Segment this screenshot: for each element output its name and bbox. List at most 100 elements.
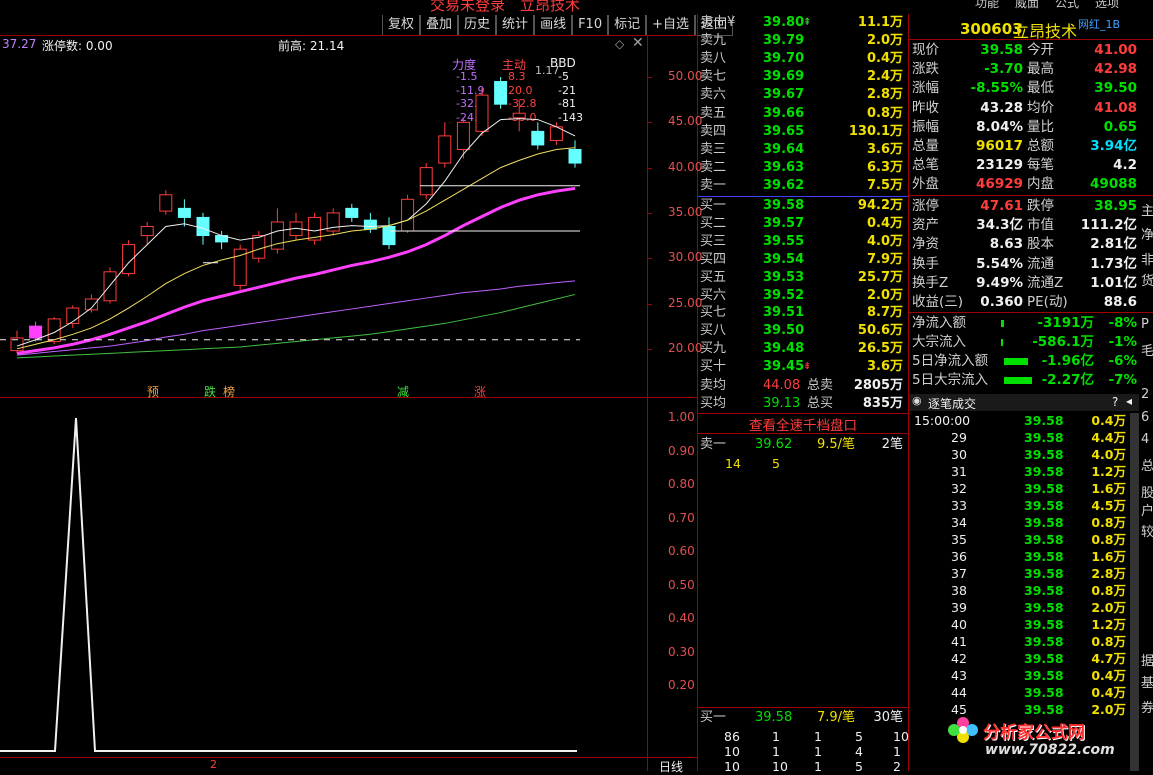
level-label: 卖一 [700,177,727,193]
bid-row[interactable]: 买六 39.52 2.0万 [699,287,905,305]
quote-label: 均价 [1027,99,1054,116]
tick-row[interactable]: 41 39.58 0.8万 [913,633,1127,650]
tick-volume: 0.8万 [1091,532,1126,547]
tick-row[interactable]: 39 39.58 2.0万 [913,599,1127,616]
bid1-order: 2 [893,759,901,774]
tick-row[interactable]: 32 39.58 1.6万 [913,480,1127,497]
tick-time: 35 [951,532,967,547]
tick-volume: 0.4万 [1091,685,1126,700]
tick-row[interactable]: 40 39.58 1.2万 [913,616,1127,633]
candle-body [363,219,377,230]
level-label: 买一 [700,198,727,213]
ask-row[interactable]: 卖二 39.63 6.3万 [699,159,905,177]
period-label[interactable]: 日线 [659,758,683,775]
bid-row[interactable]: 买五 39.53 25.7万 [699,269,905,287]
bid1-order: 1 [814,729,822,744]
bid-row[interactable]: 买八 39.50 50.6万 [699,322,905,340]
stats-button[interactable]: 统计 [496,15,535,36]
candle-body [140,225,154,237]
tick-price: 39.58 [1024,583,1064,598]
side-strip-char: 非 [1141,253,1153,268]
help-icon[interactable]: ? [1112,395,1118,409]
quote-label: 换手Z [912,274,949,291]
level-price: 39.57 [763,215,805,231]
divider [909,39,1153,40]
tick-row[interactable]: 34 39.58 0.8万 [913,514,1127,531]
history-button[interactable]: 历史 [458,15,497,36]
tick-row[interactable]: 29 39.58 4.4万 [913,429,1127,446]
ask-row[interactable]: 卖一 39.62 7.5万 [699,177,905,195]
full-depth-link[interactable]: 查看全速千档盘口 [698,414,908,434]
draw-button[interactable]: 画线 [534,15,573,36]
menu-function[interactable]: 功能 [975,0,999,11]
divider [698,707,908,708]
level-volume: 50.6万 [857,323,903,339]
level-volume: 2.4万 [866,69,903,85]
yuan-icon: ¥ [727,15,736,30]
f10-button[interactable]: F10 [572,15,609,36]
tick-row[interactable]: 36 39.58 1.6万 [913,548,1127,565]
quote-row: 换手 5.54% 流通 1.73亿 [911,255,1139,274]
tick-row[interactable]: 37 39.58 2.8万 [913,565,1127,582]
total-buy-value: 835万 [862,396,903,411]
tick-volume: 1.6万 [1091,549,1126,564]
tick-row[interactable]: 42 39.58 4.7万 [913,650,1127,667]
indicator-chart[interactable] [0,398,647,757]
tick-price: 39.58 [1024,464,1064,479]
bid1-order: 1 [772,744,780,759]
level-label: 买五 [700,269,727,285]
tick-row[interactable]: 38 39.58 0.8万 [913,582,1127,599]
menu-icon[interactable]: ◂ [1126,394,1132,408]
ask-row[interactable]: 卖四 39.65 130.1万 [699,123,905,141]
ask-row[interactable]: 卖十 ¥39.80 ⇞ 11.1万 [699,14,905,32]
ask-row[interactable]: 卖九 39.79 2.0万 [699,32,905,50]
tick-row[interactable]: 31 39.58 1.2万 [913,463,1127,480]
ask-row[interactable]: 卖八 39.70 0.4万 [699,50,905,68]
bid-row[interactable]: 买二 39.57 0.4万 [699,215,905,233]
ask-row[interactable]: 卖五 39.66 0.8万 [699,105,905,123]
bid-row[interactable]: 买三 39.55 4.0万 [699,233,905,251]
level-volume: 3.6万 [866,359,903,375]
moving-average-line [16,147,576,350]
candlestick-chart[interactable] [0,36,647,396]
adjust-button[interactable]: 复权 [382,15,421,36]
quote-row: 振幅 8.04% 量比 0.65 [911,118,1139,137]
quote-label: 量比 [1027,118,1054,135]
add-watchlist-button[interactable]: +自选 [646,15,696,36]
ask-row[interactable]: 卖六 39.67 2.8万 [699,86,905,104]
side-strip-char: 主 [1141,204,1153,219]
tick-row[interactable]: 43 39.58 0.4万 [913,667,1127,684]
menu-options[interactable]: 选项 [1095,0,1119,11]
ask-row[interactable]: 卖七 39.69 2.4万 [699,68,905,86]
indicator-tick: 0.80 [668,477,695,491]
bid-row[interactable]: 买十 39.45 ⇟ 3.6万 [699,358,905,376]
bid-row[interactable]: 买九 39.48 26.5万 [699,340,905,358]
quote-value: 43.28 [980,99,1023,116]
ask-row[interactable]: 卖三 39.64 3.6万 [699,141,905,159]
tick-row[interactable]: 33 39.58 4.5万 [913,497,1127,514]
level-volume: 26.5万 [857,341,903,357]
mark-button[interactable]: 标记 [608,15,647,36]
stock-tag[interactable]: 网红_1B [1078,16,1120,32]
overlay-button[interactable]: 叠加 [420,15,459,36]
tick-row[interactable]: 44 39.58 0.4万 [913,684,1127,701]
tick-row[interactable]: 30 39.58 4.0万 [913,446,1127,463]
avg-sell-value: 44.08 [763,378,801,393]
quote-label: 最低 [1027,80,1054,97]
tick-volume: 0.8万 [1091,515,1126,530]
tick-row[interactable]: 15:00:00 39.58 0.4万 [913,412,1127,429]
menu-view[interactable]: 威面 [1015,0,1039,11]
tick-price: 39.58 [1024,481,1064,496]
level-label: 卖四 [700,123,727,139]
avg-buy-label: 买均 [700,396,727,411]
tick-row[interactable]: 45 39.58 2.0万 [913,701,1127,718]
bid-row[interactable]: 买七 39.51 8.7万 [699,304,905,322]
bid-row[interactable]: 买四 39.54 7.9万 [699,251,905,269]
level-price: 39.67 [763,87,805,103]
collapse-icon[interactable]: ◉ [912,394,922,407]
tick-volume: 1.2万 [1091,464,1126,479]
ticks-scrollbar[interactable] [1130,413,1139,771]
menu-formula[interactable]: 公式 [1055,0,1079,11]
bid-row[interactable]: 买一 39.58 94.2万 [699,197,905,215]
tick-row[interactable]: 35 39.58 0.8万 [913,531,1127,548]
